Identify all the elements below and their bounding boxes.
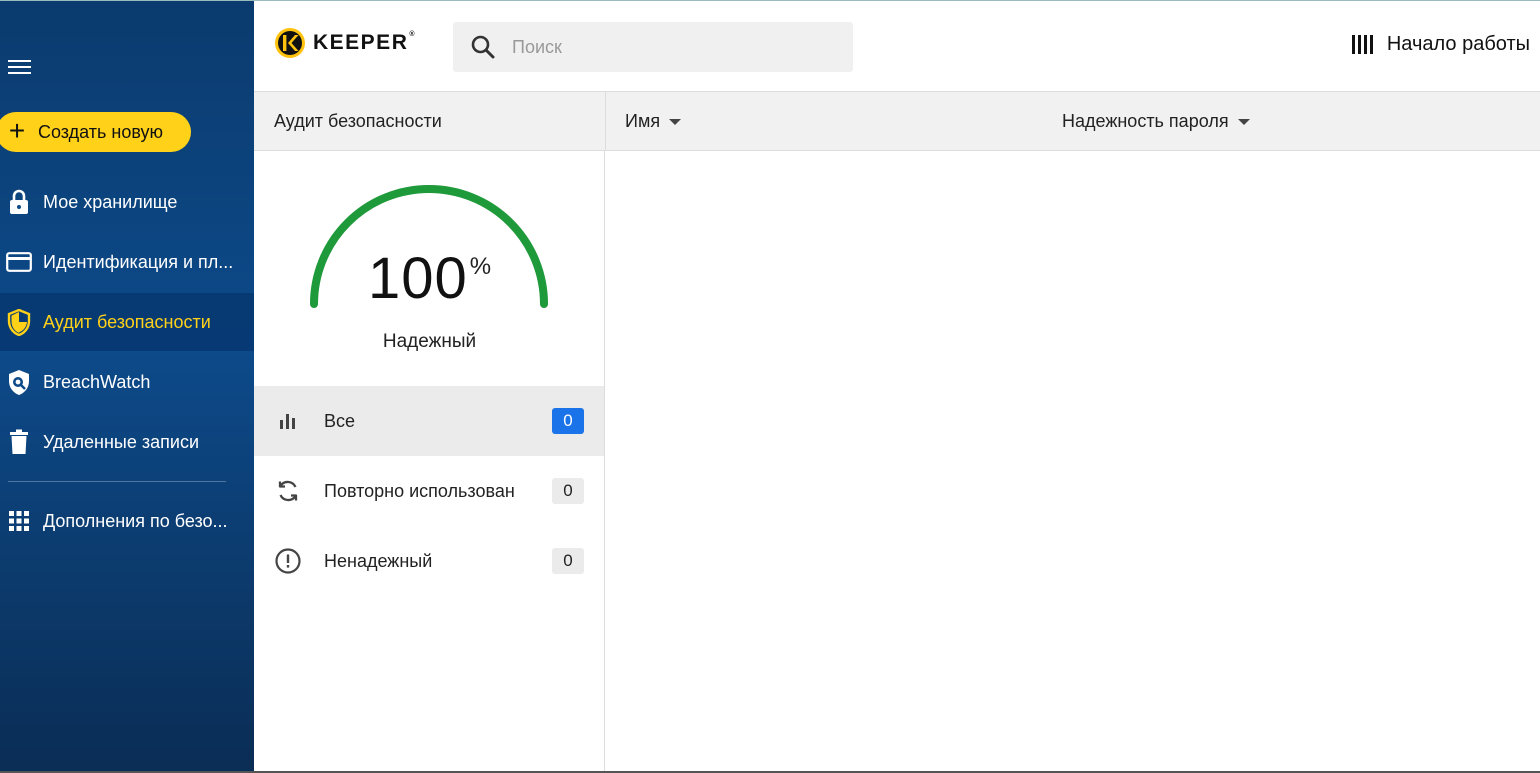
filter-reused[interactable]: Повторно использован 0 — [254, 456, 604, 526]
audit-summary-panel: 100% Надежный Все 0 Повторно использован… — [254, 151, 605, 773]
logo-text: KEEPER® — [313, 31, 417, 54]
filter-label: Повторно использован — [324, 480, 515, 501]
credit-card-icon — [6, 249, 32, 275]
count-badge: 0 — [552, 478, 584, 504]
sidebar: + Создать новую Мое хранилище Идентифика… — [0, 0, 254, 773]
shield-icon — [6, 308, 32, 336]
bar-chart-icon — [275, 408, 301, 434]
filter-all[interactable]: Все 0 — [254, 386, 604, 456]
keeper-logo-icon — [275, 28, 305, 58]
alert-circle-icon — [275, 548, 301, 574]
count-badge: 0 — [552, 408, 584, 434]
sidebar-item-breachwatch[interactable]: BreachWatch — [0, 353, 254, 411]
sidebar-item-identity-payments[interactable]: Идентификация и пл... — [0, 233, 254, 291]
sidebar-item-security-addons[interactable]: Дополнения по безо... — [0, 492, 254, 550]
sidebar-item-label: Аудит безопасности — [43, 311, 211, 332]
column-name-label: Имя — [625, 110, 661, 131]
search-input[interactable] — [510, 35, 834, 59]
grid-icon — [6, 508, 32, 534]
column-password-strength-sort[interactable]: Надежность пароля — [1062, 92, 1250, 150]
trash-icon — [6, 429, 32, 455]
count-badge: 0 — [552, 548, 584, 574]
sort-caret-icon — [669, 119, 682, 125]
sidebar-item-security-audit[interactable]: Аудит безопасности — [0, 293, 254, 351]
security-score: 100% — [254, 245, 605, 312]
keeper-logo[interactable]: KEEPER® — [274, 27, 416, 59]
sidebar-item-label: Мое хранилище — [43, 191, 178, 212]
plus-icon: + — [8, 115, 26, 146]
sidebar-item-label: Идентификация и пл... — [43, 251, 234, 272]
records-table-body — [605, 151, 1540, 773]
top-bar: KEEPER® Начало работы — [254, 0, 1540, 91]
sidebar-item-label: Удаленные записи — [43, 431, 200, 452]
search-icon — [471, 35, 495, 59]
sync-icon — [275, 478, 301, 504]
security-status-label: Надежный — [382, 331, 477, 352]
sidebar-item-label: BreachWatch — [43, 371, 151, 392]
table-header: Имя Надежность пароля — [605, 91, 1540, 151]
menu-icon[interactable] — [8, 57, 32, 77]
filter-label: Все — [324, 410, 356, 431]
create-new-label: Создать новую — [38, 121, 164, 142]
getting-started-link[interactable]: Начало работы — [1351, 33, 1530, 56]
security-score-unit: % — [469, 253, 492, 280]
filter-weak[interactable]: Ненадежный 0 — [254, 526, 604, 596]
column-name-sort[interactable]: Имя — [625, 92, 682, 150]
sort-caret-icon — [1237, 119, 1250, 125]
search-box[interactable] — [453, 22, 853, 72]
lock-icon — [6, 189, 32, 215]
getting-started-icon — [1351, 35, 1376, 54]
sidebar-item-deleted-records[interactable]: Удаленные записи — [0, 413, 254, 471]
getting-started-label: Начало работы — [1386, 33, 1530, 55]
sidebar-divider — [8, 481, 226, 482]
column-strength-label: Надежность пароля — [1062, 110, 1229, 131]
breachwatch-icon — [6, 369, 32, 395]
filter-label: Ненадежный — [324, 550, 433, 571]
audit-panel-title: Аудит безопасности — [274, 110, 442, 131]
create-new-button[interactable]: + Создать новую — [0, 112, 191, 152]
audit-panel-header: Аудит безопасности — [254, 91, 605, 151]
sidebar-item-my-vault[interactable]: Мое хранилище — [0, 173, 254, 231]
security-score-value: 100 — [367, 246, 468, 311]
sidebar-item-label: Дополнения по безо... — [43, 510, 228, 531]
